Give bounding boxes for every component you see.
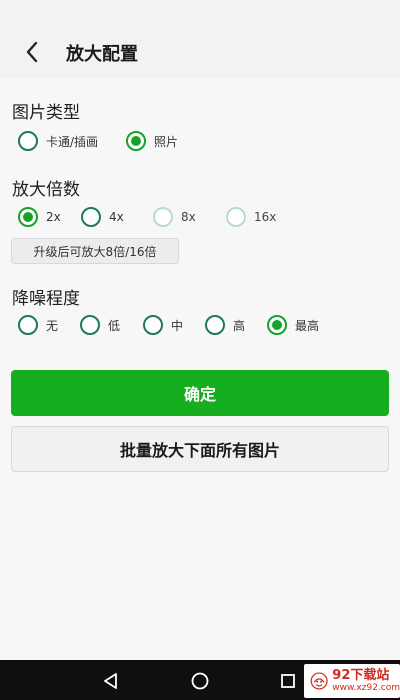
nav-back-button[interactable] xyxy=(100,670,122,692)
scale-heading: 放大倍数 xyxy=(12,180,80,200)
radio-label: 中 xyxy=(171,318,184,333)
page-title: 放大配置 xyxy=(66,44,138,65)
radio-label: 最高 xyxy=(295,318,320,333)
radio-scale-2x[interactable]: 2x xyxy=(18,206,61,228)
radio-ring xyxy=(18,131,38,151)
radio-cartoon[interactable]: 卡通/插画 xyxy=(18,130,98,152)
radio-photo[interactable]: 照片 xyxy=(126,130,178,152)
recents-square-icon xyxy=(281,674,295,688)
radio-ring xyxy=(81,207,101,227)
radio-label: 高 xyxy=(233,318,246,333)
home-circle-icon xyxy=(191,672,209,690)
watermark-logo-icon xyxy=(310,672,328,690)
radio-ring xyxy=(153,207,173,227)
radio-label: 8x xyxy=(181,210,196,224)
radio-denoise-low[interactable]: 低 xyxy=(80,314,120,336)
nav-recents-button[interactable] xyxy=(277,670,299,692)
radio-label: 16x xyxy=(254,210,277,224)
radio-ring xyxy=(126,131,146,151)
radio-ring xyxy=(80,315,100,335)
radio-denoise-highest[interactable]: 最高 xyxy=(267,314,319,336)
radio-ring xyxy=(18,207,38,227)
nav-home-button[interactable] xyxy=(189,670,211,692)
radio-label: 2x xyxy=(46,210,61,224)
radio-label: 照片 xyxy=(154,134,179,149)
radio-denoise-high[interactable]: 高 xyxy=(205,314,245,336)
radio-scale-4x[interactable]: 4x xyxy=(81,206,124,228)
site-watermark: 92下载站 www.xz92.com xyxy=(304,664,400,698)
radio-scale-8x[interactable]: 8x xyxy=(153,206,196,228)
confirm-button[interactable]: 确定 xyxy=(11,370,389,416)
radio-ring xyxy=(226,207,246,227)
watermark-url: www.xz92.com xyxy=(332,683,400,693)
radio-scale-16x[interactable]: 16x xyxy=(226,206,276,228)
radio-ring xyxy=(205,315,225,335)
radio-denoise-none[interactable]: 无 xyxy=(18,314,58,336)
app-header: 放大配置 xyxy=(0,0,400,78)
upgrade-note[interactable]: 升级后可放大8倍/16倍 xyxy=(11,238,179,264)
back-triangle-icon xyxy=(104,673,117,689)
image-type-heading: 图片类型 xyxy=(12,103,80,123)
denoise-heading: 降噪程度 xyxy=(12,289,80,309)
watermark-main: 92下载站 xyxy=(332,668,390,683)
chevron-left-icon xyxy=(26,41,38,63)
app-screen: 放大配置 图片类型 卡通/插画 照片 放大倍数 2x 4x 8x 16x 升级后… xyxy=(0,0,400,700)
radio-ring xyxy=(267,315,287,335)
radio-label: 卡通/插画 xyxy=(46,134,99,149)
radio-label: 4x xyxy=(109,210,124,224)
back-button[interactable] xyxy=(18,38,46,66)
radio-ring xyxy=(18,315,38,335)
radio-denoise-medium[interactable]: 中 xyxy=(143,314,183,336)
radio-label: 低 xyxy=(108,318,121,333)
watermark-text: 92下载站 www.xz92.com xyxy=(332,668,400,694)
radio-label: 无 xyxy=(46,318,59,333)
batch-upscale-button[interactable]: 批量放大下面所有图片 xyxy=(11,426,389,472)
radio-ring xyxy=(143,315,163,335)
